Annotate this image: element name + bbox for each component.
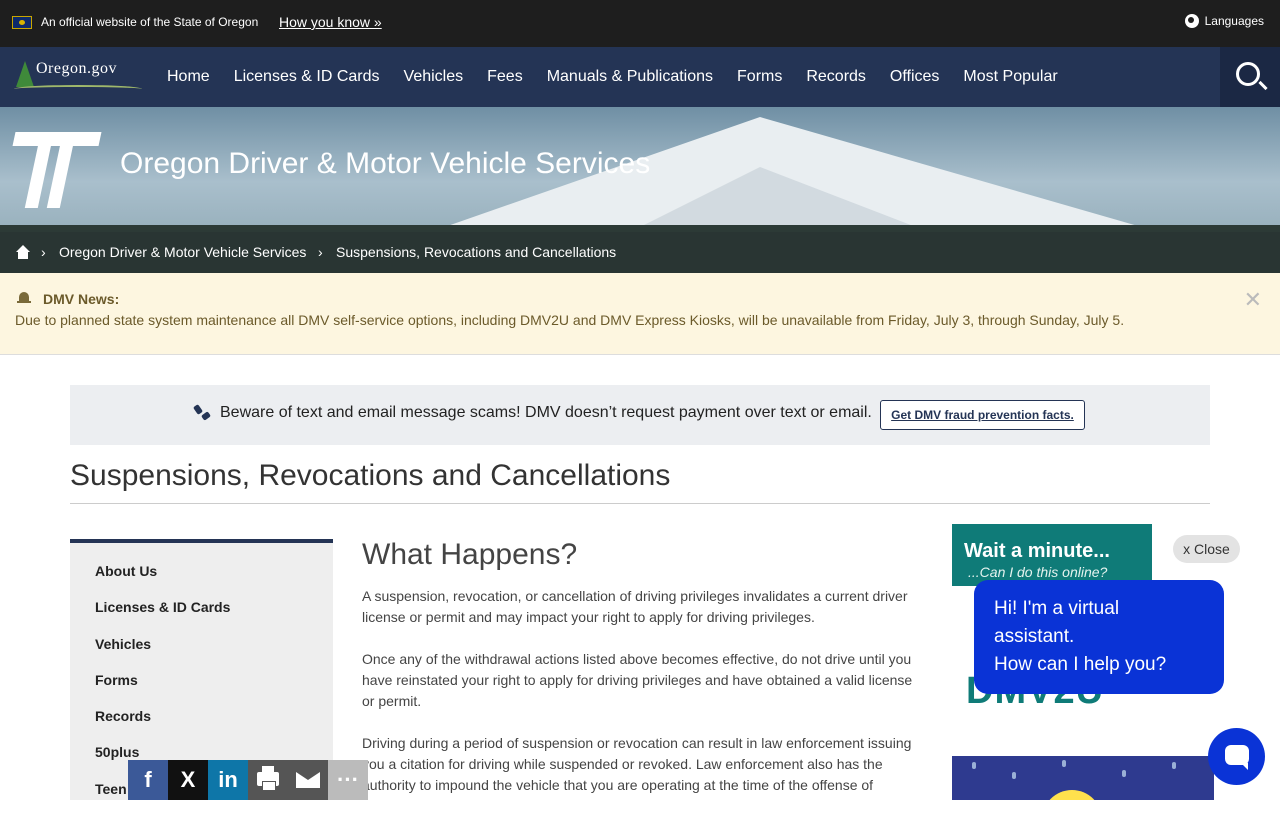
chat-greeting-bubble[interactable]: Hi! I'm a virtual assistant. How can I h… [974,580,1224,694]
news-label: DMV News: [43,291,120,307]
chat-line: assistant. [994,626,1075,647]
search-icon-handle [1258,80,1268,91]
promo-line-1: Wait a minute... [964,540,1110,562]
official-text: An official website of the State of Oreg… [41,15,259,29]
email-share-button[interactable] [288,760,328,800]
linkedin-share-button[interactable]: in [208,760,248,800]
promo-line-2: ...Can I do this online? [968,564,1108,580]
languages-button[interactable]: Languages [1184,14,1264,28]
print-button[interactable] [248,760,288,800]
envelope-icon [296,772,320,788]
oregon-gov-logo[interactable]: Oregon.gov [12,57,147,97]
news-alert: DMV News: Due to planned state system ma… [0,273,1280,355]
page-title: Suspensions, Revocations and Cancellatio… [70,459,671,492]
divider [70,503,1210,504]
side-item-records[interactable]: Records [70,708,333,744]
main-nav: Oregon.gov Home Licenses & ID Cards Vehi… [0,47,1280,107]
logo-text: Oregon.gov [36,60,117,77]
nav-item-manuals[interactable]: Manuals & Publications [535,47,725,107]
more-share-button[interactable]: ··· [328,760,368,800]
breadcrumb-item-current: Suspensions, Revocations and Cancellatio… [336,244,617,260]
promo-drop [1012,772,1016,779]
main-content: What Happens? A suspension, revocation, … [362,538,917,817]
chevron-right-icon: › [318,244,323,260]
x-share-button[interactable]: X [168,760,208,800]
home-icon[interactable] [16,245,30,259]
secondary-promo[interactable] [952,756,1214,800]
odot-logo-bar [12,132,102,146]
chevron-right-icon: › [41,244,46,260]
news-message: Due to planned state system maintenance … [15,312,1125,328]
paragraph: A suspension, revocation, or cancellatio… [362,588,908,625]
side-item-forms[interactable]: Forms [70,672,333,708]
promo-arc [1042,790,1102,800]
side-item-vehicles[interactable]: Vehicles [70,636,333,672]
scam-warning-banner: Beware of text and email message scams! … [70,385,1210,445]
paragraph: Once any of the withdrawal actions liste… [362,651,913,709]
section-heading: What Happens? [362,538,578,571]
hero-banner: Oregon Driver & Motor Vehicle Services ›… [0,107,1280,273]
nav-item-forms[interactable]: Forms [725,47,794,107]
side-item-about-us[interactable]: About Us [70,563,333,599]
nav-item-vehicles[interactable]: Vehicles [392,47,476,107]
globe-icon [1184,14,1199,28]
odot-logo-stem-2 [46,140,75,208]
tree-icon [16,61,34,87]
paragraph: Driving during a period of suspension or… [362,735,912,793]
nav-menu: Home Licenses & ID Cards Vehicles Fees M… [155,47,1070,107]
search-button[interactable] [1220,47,1280,107]
fraud-facts-button[interactable]: Get DMV fraud prevention facts. [880,400,1085,430]
printer-icon [257,766,279,791]
nav-item-fees[interactable]: Fees [475,47,535,107]
promo-drop [972,762,976,769]
chat-launcher-button[interactable] [1208,728,1265,785]
odot-logo [12,132,102,208]
chat-close-button[interactable]: x Close [1173,535,1240,563]
bell-icon [17,291,31,305]
chat-icon [1225,745,1249,770]
search-icon [1236,62,1260,86]
side-item-licenses[interactable]: Licenses & ID Cards [70,599,333,635]
official-site-bar: An official website of the State of Oreg… [0,0,1280,47]
nav-item-licenses[interactable]: Licenses & ID Cards [222,47,392,107]
share-bar: f X in ··· [128,760,368,800]
languages-label: Languages [1204,14,1264,28]
agency-title: Oregon Driver & Motor Vehicle Services [120,147,651,180]
scam-warning-text: Beware of text and email message scams! … [220,404,872,421]
nav-item-home[interactable]: Home [155,47,222,107]
facebook-share-button[interactable]: f [128,760,168,800]
promo-drop [1172,762,1176,769]
logo-swoosh [14,85,142,93]
nav-item-most-popular[interactable]: Most Popular [951,47,1069,107]
chat-line: How can I help you? [994,654,1167,675]
nav-item-offices[interactable]: Offices [878,47,952,107]
promo-drop [1122,770,1126,777]
oregon-flag-icon [12,16,32,29]
breadcrumb-item-dmv[interactable]: Oregon Driver & Motor Vehicle Services [59,244,306,260]
breadcrumb: › Oregon Driver & Motor Vehicle Services… [0,232,1280,273]
how-you-know-link[interactable]: How you know » [279,14,382,30]
phone-icon [194,405,210,421]
close-icon[interactable]: ✕ [1244,287,1262,313]
nav-item-records[interactable]: Records [794,47,878,107]
promo-drop [1062,760,1066,767]
chat-line: Hi! I'm a virtual [994,598,1120,619]
